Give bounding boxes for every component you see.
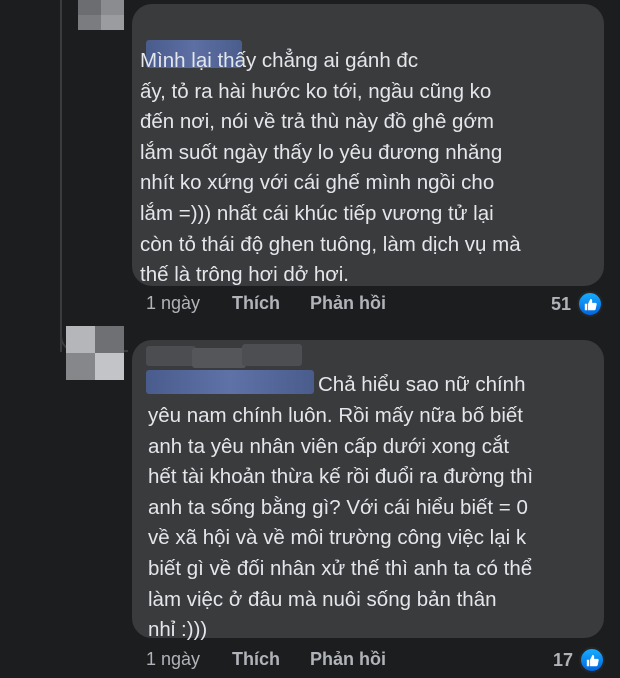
- reply-button[interactable]: Phản hồi: [310, 293, 386, 314]
- avatar-pixel: [78, 0, 101, 15]
- like-button[interactable]: Thích: [232, 293, 280, 314]
- like-button[interactable]: Thích: [232, 649, 280, 670]
- reaction-summary[interactable]: 17: [553, 647, 606, 673]
- avatar-pixel: [95, 353, 124, 380]
- comment-timestamp[interactable]: 1 ngày: [146, 649, 200, 670]
- author-name-redacted[interactable]: [146, 370, 314, 394]
- reaction-summary[interactable]: 51: [551, 291, 604, 317]
- like-icon: [577, 291, 604, 317]
- avatar-pixel: [78, 15, 101, 30]
- avatar-pixel: [101, 0, 124, 15]
- avatar[interactable]: [78, 0, 124, 30]
- comment-text: Mình lại thấy chẳng ai gánh đc ấy, tỏ ra…: [140, 49, 521, 287]
- reply-button[interactable]: Phản hồi: [310, 649, 386, 670]
- comment-text-first-line: Chả hiểu sao nữ chính: [318, 373, 526, 396]
- reaction-count: 17: [553, 649, 574, 670]
- avatar-pixel: [101, 15, 124, 30]
- comment-text: yêu nam chính luôn. Rồi mấy nữa bố biết …: [148, 404, 534, 642]
- avatar-pixel: [95, 326, 124, 353]
- author-name-redacted[interactable]: [146, 346, 196, 366]
- author-name-redacted[interactable]: [242, 344, 302, 366]
- avatar[interactable]: [66, 326, 124, 380]
- author-name-redacted[interactable]: [192, 348, 246, 368]
- like-icon: [579, 647, 606, 673]
- comment-timestamp[interactable]: 1 ngày: [146, 293, 200, 314]
- reaction-count: 51: [551, 293, 572, 314]
- avatar-pixel: [66, 326, 95, 353]
- avatar-pixel: [66, 353, 95, 380]
